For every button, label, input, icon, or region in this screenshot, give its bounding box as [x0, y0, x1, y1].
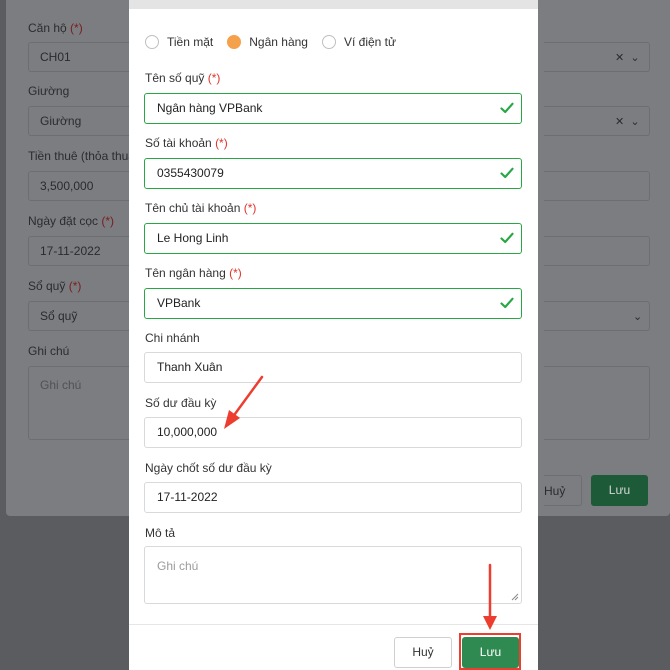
opening-balance-label: Số dư đầu kỳ: [145, 396, 217, 410]
closing-date-input[interactable]: 17-11-2022: [144, 482, 522, 513]
payment-method-radio-group: Tiền mặt Ngân hàng Ví điện tử: [145, 35, 410, 49]
opening-balance-input[interactable]: 10,000,000: [144, 417, 522, 448]
save-button-highlight-box: [459, 633, 521, 670]
fund-name-label: Tên số quỹ (*): [145, 71, 221, 85]
bg-fund-select[interactable]: Sổ quỹ: [28, 301, 136, 331]
branch-value: Thanh Xuân: [157, 360, 223, 374]
bg-apartment-clear-chevron-icon[interactable]: ✕ ⌄: [615, 51, 640, 64]
valid-check-icon: [500, 297, 514, 309]
description-label: Mô tả: [145, 526, 176, 540]
description-textarea[interactable]: Ghi chú: [144, 546, 522, 604]
valid-check-icon: [500, 232, 514, 244]
account-holder-label: Tên chủ tài khoản (*): [145, 201, 257, 215]
bank-fund-dialog: Tiền mặt Ngân hàng Ví điện tử Tên số quỹ…: [129, 0, 538, 670]
bg-note-label: Ghi chú: [28, 344, 70, 358]
bg-bed-label: Giường: [28, 84, 70, 98]
dialog-footer-divider: [129, 624, 538, 625]
branch-input[interactable]: Thanh Xuân: [144, 352, 522, 383]
account-holder-input[interactable]: Le Hong Linh: [144, 223, 522, 254]
bg-bed-select[interactable]: Giường: [28, 106, 136, 136]
bg-save-button[interactable]: Lưu: [591, 475, 648, 506]
radio-cash-circle-icon[interactable]: [145, 35, 159, 49]
bg-fund-chevron-icon[interactable]: ⌄: [633, 310, 642, 323]
opening-balance-value: 10,000,000: [157, 425, 218, 439]
bg-apartment-select[interactable]: CH01: [28, 42, 136, 72]
radio-ewallet-label: Ví điện tử: [343, 35, 397, 49]
account-number-input[interactable]: 0355430079: [144, 158, 522, 189]
bg-bed-clear-chevron-icon[interactable]: ✕ ⌄: [615, 115, 640, 128]
bank-name-value: VPBank: [157, 296, 201, 310]
radio-bank-label: Ngân hàng: [249, 35, 308, 49]
resize-handle-icon[interactable]: [511, 593, 519, 601]
fund-name-value: Ngân hàng VPBank: [157, 101, 263, 115]
bg-note-textarea-right[interactable]: [544, 366, 650, 440]
radio-ewallet-circle-icon[interactable]: [321, 35, 336, 49]
bg-rent-input[interactable]: 3,500,000: [28, 171, 136, 201]
branch-label: Chi nhánh: [145, 331, 200, 345]
bg-deposit-date-input-right[interactable]: [544, 236, 650, 266]
bg-deposit-date-label: Ngày đặt cọc (*): [28, 214, 115, 228]
bg-deposit-date-input[interactable]: 17-11-2022: [28, 236, 136, 266]
closing-date-value: 17-11-2022: [157, 490, 218, 504]
account-holder-value: Le Hong Linh: [157, 231, 229, 245]
radio-bank[interactable]: Ngân hàng: [227, 35, 308, 49]
bg-rent-label: Tiền thuê (thỏa thuận: [28, 149, 142, 163]
radio-ewallet[interactable]: Ví điện tử: [321, 35, 397, 49]
bank-name-input[interactable]: VPBank: [144, 288, 522, 319]
description-placeholder: Ghi chú: [157, 559, 199, 573]
radio-cash-label: Tiền mặt: [167, 35, 214, 49]
bg-apartment-label: Căn hộ (*): [28, 21, 83, 35]
bg-rent-input-right[interactable]: [544, 171, 650, 201]
radio-cash[interactable]: Tiền mặt: [145, 35, 213, 49]
bg-note-textarea[interactable]: Ghi chú: [28, 366, 136, 440]
bg-cancel-button[interactable]: Huỷ: [544, 475, 582, 506]
valid-check-icon: [500, 102, 514, 114]
cancel-button[interactable]: Huỷ: [394, 637, 452, 668]
bg-fund-label: Sổ quỹ (*): [28, 279, 82, 293]
radio-bank-circle-icon[interactable]: [227, 35, 242, 49]
closing-date-label: Ngày chốt số dư đầu kỳ: [145, 461, 272, 475]
fund-name-input[interactable]: Ngân hàng VPBank: [144, 93, 522, 124]
valid-check-icon: [500, 167, 514, 179]
account-number-label: Số tài khoản (*): [145, 136, 228, 150]
bank-name-label: Tên ngân hàng (*): [145, 266, 242, 280]
account-number-value: 0355430079: [157, 166, 224, 180]
dialog-top-bar: [129, 0, 538, 9]
